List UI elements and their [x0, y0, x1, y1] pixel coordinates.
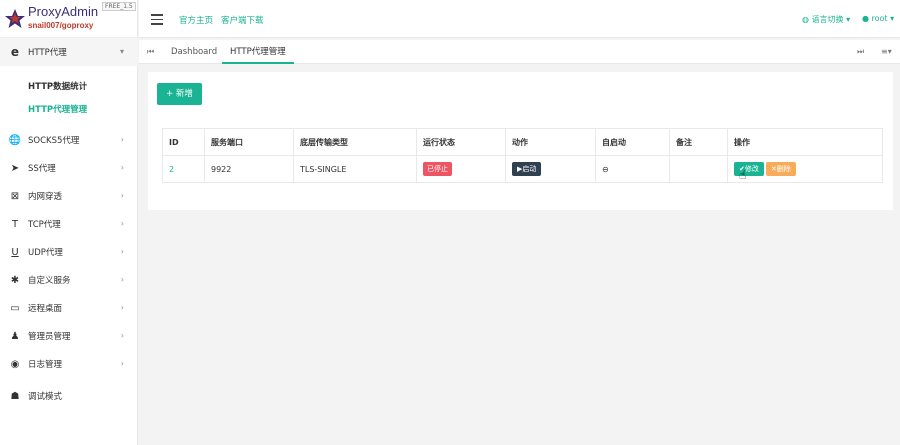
delete-button[interactable]: ✕删除: [765, 162, 796, 176]
table-header-row: ID 服务端口 底层传输类型 运行状态 动作 自启动 备注 操作: [162, 128, 883, 156]
sidebar-item-admin[interactable]: ♟ 管理员管理 ›: [0, 322, 138, 350]
sidebar-item-http[interactable]: e HTTP代理 ▾: [0, 38, 138, 66]
http-icon: e: [10, 45, 20, 59]
sidebar-subitem-http-stats[interactable]: HTTP数据统计: [28, 80, 87, 92]
brand-subtitle: snail007/goproxy: [28, 21, 94, 30]
sidebar-item-udp[interactable]: U UDP代理 ›: [0, 238, 138, 266]
tab-http-proxy-manage[interactable]: HTTP代理管理: [222, 40, 294, 64]
send-icon: ➤: [10, 162, 20, 174]
chevron-right-icon: ›: [120, 247, 124, 256]
sidebar-item-label: 调试模式: [28, 392, 63, 402]
expand-icon: ⊠: [10, 190, 20, 202]
header-operations: 操作: [727, 128, 883, 156]
desktop-icon: ▭: [10, 302, 20, 314]
content-panel: + 新增 ID 服务端口 底层传输类型 运行状态 动作 自启动 备注 操作 2 …: [148, 72, 893, 210]
cell-transport: TLS-SINGLE: [293, 155, 417, 183]
cell-status: 已停止: [416, 155, 506, 183]
language-label: 语言切换: [811, 15, 844, 24]
bug-icon: ☗: [10, 390, 20, 402]
chevron-right-icon: ›: [120, 359, 124, 368]
client-download-link[interactable]: 客户端下载: [221, 14, 264, 26]
language-switch[interactable]: ◍ 语言切换 ▾: [802, 14, 850, 25]
user-icon: ●: [862, 14, 872, 23]
chevron-right-icon: ›: [120, 191, 124, 200]
sidebar-item-label: SS代理: [28, 164, 56, 174]
header-status: 运行状态: [416, 128, 506, 156]
puzzle-icon: ✱: [10, 274, 20, 286]
cell-action: ▶启动: [505, 155, 596, 183]
user-icon: ♟: [10, 330, 20, 342]
header-port: 服务端口: [204, 128, 294, 156]
sidebar-item-label: SOCKS5代理: [28, 136, 80, 146]
menu-toggle-icon[interactable]: [151, 14, 163, 28]
add-button[interactable]: + 新增: [157, 83, 202, 105]
camera-icon: ◉: [10, 358, 20, 370]
cell-remark: [669, 155, 728, 183]
table-row: 2 9922 TLS-SINGLE 已停止 ▶启动 ⊖ ✔修改 ✕删除: [162, 155, 883, 183]
chevron-right-icon: ›: [120, 303, 124, 312]
sidebar-item-socks5[interactable]: 🌐 SOCKS5代理 ›: [0, 126, 138, 154]
tab-scroll-left-icon[interactable]: ⏮: [147, 40, 154, 64]
start-button[interactable]: ▶启动: [512, 162, 542, 176]
header-autostart: 自启动: [595, 128, 670, 156]
chevron-right-icon: ›: [120, 219, 124, 228]
topbar: 官方主页 客户端下载 ◍ 语言切换 ▾ ● root ▾: [139, 0, 900, 38]
sidebar-item-label: UDP代理: [28, 248, 63, 258]
chevron-down-icon: ▾: [119, 47, 124, 56]
chevron-down-icon: ▾: [887, 14, 895, 23]
logo-icon: [5, 9, 25, 28]
tab-scroll-right-icon[interactable]: ⏭: [857, 40, 864, 64]
sidebar-item-label: 远程桌面: [28, 304, 63, 314]
sidebar-item-label: 自定义服务: [28, 276, 71, 286]
sidebar-item-debug[interactable]: ☗ 调试模式: [0, 382, 138, 410]
sidebar-item-tunnel[interactable]: ⊠ 内网穿透 ›: [0, 182, 138, 210]
cell-autostart: ⊖: [595, 155, 670, 183]
t-icon: T: [11, 218, 19, 230]
proxy-table: ID 服务端口 底层传输类型 运行状态 动作 自启动 备注 操作 2 9922 …: [162, 128, 883, 183]
sidebar-item-ss[interactable]: ➤ SS代理 ›: [0, 154, 138, 182]
sidebar-subitem-http-manage[interactable]: HTTP代理管理: [28, 103, 87, 115]
cell-port: 9922: [204, 155, 294, 183]
sidebar-item-label: HTTP代理: [28, 48, 67, 58]
sidebar-item-remote-desktop[interactable]: ▭ 远程桌面 ›: [0, 294, 138, 322]
sidebar-item-label: TCP代理: [28, 220, 61, 230]
sidebar-item-custom[interactable]: ✱ 自定义服务 ›: [0, 266, 138, 294]
hand-cursor-icon: ☝: [739, 168, 747, 182]
globe-icon: ◍: [802, 15, 812, 24]
sidebar-item-tcp[interactable]: T TCP代理 ›: [0, 210, 138, 238]
chevron-right-icon: ›: [120, 163, 124, 172]
header-remark: 备注: [669, 128, 728, 156]
u-icon: U: [11, 246, 19, 258]
sidebar-item-logs[interactable]: ◉ 日志管理 ›: [0, 350, 138, 378]
tab-options-icon[interactable]: ≡▾: [881, 40, 892, 64]
status-badge: 已停止: [423, 162, 452, 176]
chevron-down-icon: ▾: [843, 15, 851, 24]
tab-bar: ⏮ Dashboard HTTP代理管理 ⏭ ≡▾: [139, 40, 900, 64]
header-id: ID: [162, 128, 205, 156]
cell-id[interactable]: 2: [162, 155, 205, 183]
home-link[interactable]: 官方主页: [179, 14, 213, 26]
header-transport: 底层传输类型: [293, 128, 417, 156]
globe-icon: 🌐: [8, 134, 22, 146]
minus-circle-icon: ⊖: [602, 164, 609, 174]
header-action: 动作: [505, 128, 596, 156]
tab-dashboard[interactable]: Dashboard: [163, 40, 225, 64]
cell-operations: ✔修改 ✕删除: [727, 155, 883, 183]
sidebar-item-label: 日志管理: [28, 360, 63, 370]
sidebar: ProxyAdmin snail007/goproxy FREE_1.5 e H…: [0, 0, 138, 445]
sidebar-item-label: 管理员管理: [28, 332, 71, 342]
user-menu[interactable]: ● root ▾: [862, 14, 894, 23]
brand-name: ProxyAdmin: [28, 4, 99, 19]
version-badge: FREE_1.5: [102, 2, 136, 11]
sidebar-item-label: 内网穿透: [28, 192, 63, 202]
chevron-right-icon: ›: [120, 275, 124, 284]
chevron-right-icon: ›: [120, 135, 124, 144]
brand: ProxyAdmin snail007/goproxy FREE_1.5: [0, 0, 137, 38]
chevron-right-icon: ›: [120, 331, 124, 340]
user-name: root: [871, 14, 888, 23]
